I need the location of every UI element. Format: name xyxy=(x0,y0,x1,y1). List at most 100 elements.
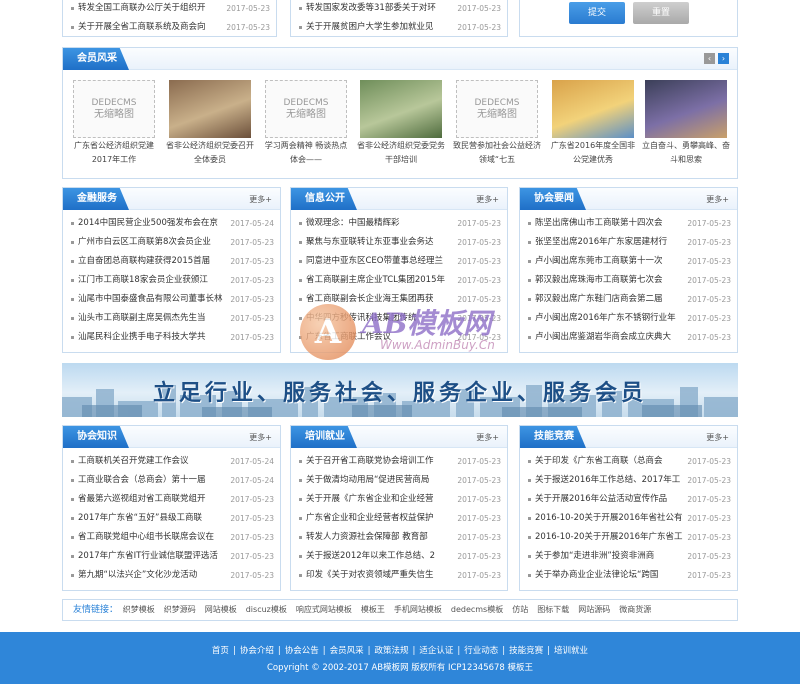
item-title[interactable]: 工商联机关召开党建工作会议 xyxy=(78,452,226,471)
list-item[interactable]: 省最第六巡视组对省工商联党组开 2017-05-23 xyxy=(71,490,274,509)
list-item[interactable]: 聚焦与东亚联转让东亚事业会务达 2017-05-23 xyxy=(299,233,501,252)
list-item[interactable]: 工商业联合会（总商会）第十一届 2017-05-24 xyxy=(71,471,274,490)
item-title[interactable]: 关于参加“走进非洲”投资非洲商 xyxy=(535,547,683,566)
item-title[interactable]: 转发人力资源社会保障部 教育部 xyxy=(306,528,453,547)
item-title[interactable]: 省工商联副主席企业TCL集团2015年 xyxy=(306,271,453,290)
friend-link[interactable]: 响应式网站模板 xyxy=(296,600,352,620)
item-title[interactable]: 2017年广东省IT行业诚信联盟评选活 xyxy=(78,547,226,566)
list-item[interactable]: 2016-10-20关于开展2016年广东省工商 2017-05-23 xyxy=(528,528,731,547)
list-item[interactable]: 2017年广东省IT行业诚信联盟评选活 2017-05-23 xyxy=(71,547,274,566)
next-arrow-icon[interactable]: › xyxy=(718,53,729,64)
item-title[interactable]: 关于做清均动用局“促进民营商局 xyxy=(306,471,453,490)
footer-nav-link[interactable]: 技能竞赛 xyxy=(509,646,543,656)
item-title[interactable]: 省最第六巡视组对省工商联党组开 xyxy=(78,490,226,509)
list-item[interactable]: 工商联机关召开党建工作会议 2017-05-24 xyxy=(71,452,274,471)
item-title[interactable]: 2017年广东省“五好”县级工商联 xyxy=(78,509,226,528)
list-item[interactable]: 2016-10-20关于开展2016年省社公有组 2017-05-23 xyxy=(528,509,731,528)
item-title[interactable]: 汕尾市中国泰盛食品有限公司董事长林 xyxy=(78,290,226,309)
list-item[interactable]: 卢小闽出席东莞市工商联第十一次 2017-05-23 xyxy=(528,252,731,271)
item-title[interactable]: 同意进中亚东区CEO带董事总经理兰 xyxy=(306,252,453,271)
item-title[interactable]: 关于报送2012年以来工作总结、2 xyxy=(306,547,453,566)
item-title[interactable]: 郭汉毅出席广东鞋门店商会第二届 xyxy=(535,290,683,309)
list-item[interactable]: 转发国家发改委等31部委关于对环 2017-05-23 xyxy=(299,0,501,18)
list-item[interactable]: 汕尾市中国泰盛食品有限公司董事长林 2017-05-23 xyxy=(71,290,274,309)
member-caption[interactable]: 省非公经济组织党委党务干部培训 xyxy=(356,139,446,167)
list-item[interactable]: 转发人力资源社会保障部 教育部 2017-05-23 xyxy=(299,528,501,547)
list-item[interactable]: 同意进中亚东区CEO带董事总经理兰 2017-05-23 xyxy=(299,252,501,271)
section-title[interactable]: 协会知识 xyxy=(63,426,129,448)
more-link[interactable]: 更多+ xyxy=(249,432,272,443)
more-link[interactable]: 更多+ xyxy=(706,194,729,205)
friend-link[interactable]: discuz模板 xyxy=(246,600,287,620)
placeholder-thumbnail[interactable]: DEDECMS 无缩略图 xyxy=(73,80,155,138)
item-title[interactable]: 2016-10-20关于开展2016年省社公有组 xyxy=(535,509,683,528)
list-item[interactable]: 关于参加“走进非洲”投资非洲商 2017-05-23 xyxy=(528,547,731,566)
footer-nav-link[interactable]: 行业动态 xyxy=(464,646,498,656)
list-item[interactable]: 转发全国工商联办公厅关于组织开 2017-05-23 xyxy=(71,0,270,18)
footer-nav-link[interactable]: 适企认证 xyxy=(419,646,453,656)
friend-link[interactable]: dedecms模板 xyxy=(451,600,503,620)
friend-link[interactable]: 仿站 xyxy=(512,600,528,620)
list-item[interactable]: 陈坚出席佛山市工商联第十四次会 2017-05-23 xyxy=(528,214,731,233)
item-title[interactable]: 广州市白云区工商联第8次会员企业 xyxy=(78,233,226,252)
list-item[interactable]: 2014中国民营企业500强发布会在京 2017-05-24 xyxy=(71,214,274,233)
list-item[interactable]: 关于印发《广东省工商联（总商会 2017-05-23 xyxy=(528,452,731,471)
item-title[interactable]: 2014中国民营企业500强发布会在京 xyxy=(78,214,226,233)
item-title[interactable]: 微观理念：中国最精辉彩 xyxy=(306,214,453,233)
prev-arrow-icon[interactable]: ‹ xyxy=(704,53,715,64)
member-caption[interactable]: 广东省公经济组织党建2017年工作 xyxy=(69,139,159,167)
friend-link[interactable]: 网站源码 xyxy=(578,600,610,620)
list-item[interactable]: 卢小闽出席鉴湖岩华商会成立庆典大 2017-05-23 xyxy=(528,328,731,347)
list-item[interactable]: 广东省企业和企业经营者权益保护 2017-05-23 xyxy=(299,509,501,528)
item-title[interactable]: 第九期“以法兴企”文化沙龙活动 xyxy=(78,566,226,585)
list-item[interactable]: 汕头市工商联副主席吴佩杰先生当 2017-05-23 xyxy=(71,309,274,328)
item-title[interactable]: 2016-10-20关于开展2016年广东省工商 xyxy=(535,528,683,547)
footer-nav-link[interactable]: 会员风采 xyxy=(330,646,364,656)
friend-link[interactable]: 网站模板 xyxy=(205,600,237,620)
list-item[interactable]: 张坚坚出席2016年广东家居建材行 2017-05-23 xyxy=(528,233,731,252)
footer-nav-link[interactable]: 培训就业 xyxy=(554,646,588,656)
item-title[interactable]: 广东省企业和企业经营者权益保护 xyxy=(306,509,453,528)
submit-button[interactable]: 提交 xyxy=(569,2,625,24)
list-item[interactable]: 关于开展2016年公益活动宣传作品 2017-05-23 xyxy=(528,490,731,509)
placeholder-thumbnail[interactable]: DEDECMS 无缩略图 xyxy=(456,80,538,138)
item-title[interactable]: 关于印发《广东省工商联（总商会 xyxy=(535,452,683,471)
item-title[interactable]: 关于开展2016年公益活动宣传作品 xyxy=(535,490,683,509)
list-item[interactable]: 关于报送2016年工作总结、2017年工 2017-05-23 xyxy=(528,471,731,490)
section-title[interactable]: 协会要闻 xyxy=(520,188,586,210)
item-title[interactable]: 江门市工商联18家会员企业获颁江 xyxy=(78,271,226,290)
item-title[interactable]: 立自奋团总商联构建获得2015首届 xyxy=(78,252,226,271)
list-item[interactable]: 卢小闽出席2016年广东不锈钢行业年 2017-05-23 xyxy=(528,309,731,328)
friend-link[interactable]: 手机网站模板 xyxy=(394,600,442,620)
list-item[interactable]: 省工商联副主席企业TCL集团2015年 2017-05-23 xyxy=(299,271,501,290)
item-title[interactable]: 汕头市工商联副主席吴佩杰先生当 xyxy=(78,309,226,328)
reset-button[interactable]: 重置 xyxy=(633,2,689,24)
list-item[interactable]: 郭汉毅出席珠海市工商联第七次会 2017-05-23 xyxy=(528,271,731,290)
member-caption[interactable]: 广东省2016年度全国非公党建优秀 xyxy=(548,139,638,167)
member-photo[interactable] xyxy=(169,80,251,138)
friend-link[interactable]: 模板王 xyxy=(361,600,385,620)
friend-link[interactable]: 图标下载 xyxy=(537,600,569,620)
item-title[interactable]: 卢小闽出席鉴湖岩华商会成立庆典大 xyxy=(535,328,683,347)
member-photo[interactable] xyxy=(360,80,442,138)
list-item[interactable]: 汕尾民科企业携手电子科技大学共 2017-05-23 xyxy=(71,328,274,347)
list-item[interactable]: 关于举办商业企业法律论坛“跨国 2017-05-23 xyxy=(528,566,731,585)
footer-nav-link[interactable]: 首页 xyxy=(212,646,229,656)
item-title[interactable]: 关于召开省工商联党协会培训工作 xyxy=(306,452,453,471)
friend-link[interactable]: 微商货源 xyxy=(619,600,651,620)
list-item[interactable]: 第九期“以法兴企”文化沙龙活动 2017-05-23 xyxy=(71,566,274,585)
member-caption[interactable]: 立自奋斗、勇攀高峰、奋斗和思索 xyxy=(641,139,731,167)
section-title[interactable]: 会员风采 xyxy=(63,48,129,70)
list-item[interactable]: 关于开展全省工商联系统及商会向 2017-05-23 xyxy=(71,18,270,36)
member-photo[interactable] xyxy=(645,80,727,138)
list-item[interactable]: 关于开展《广东省企业和企业经营 2017-05-23 xyxy=(299,490,501,509)
section-title[interactable]: 培训就业 xyxy=(291,426,357,448)
list-item[interactable]: 省工商联党组中心组书长联席会议在 2017-05-23 xyxy=(71,528,274,547)
section-title[interactable]: 信息公开 xyxy=(291,188,357,210)
item-title[interactable]: 工商业联合会（总商会）第十一届 xyxy=(78,471,226,490)
more-link[interactable]: 更多+ xyxy=(476,194,499,205)
friend-link[interactable]: 织梦源码 xyxy=(164,600,196,620)
list-item[interactable]: 关于做清均动用局“促进民营商局 2017-05-23 xyxy=(299,471,501,490)
item-title[interactable]: 关于报送2016年工作总结、2017年工 xyxy=(535,471,683,490)
placeholder-thumbnail[interactable]: DEDECMS 无缩略图 xyxy=(265,80,347,138)
